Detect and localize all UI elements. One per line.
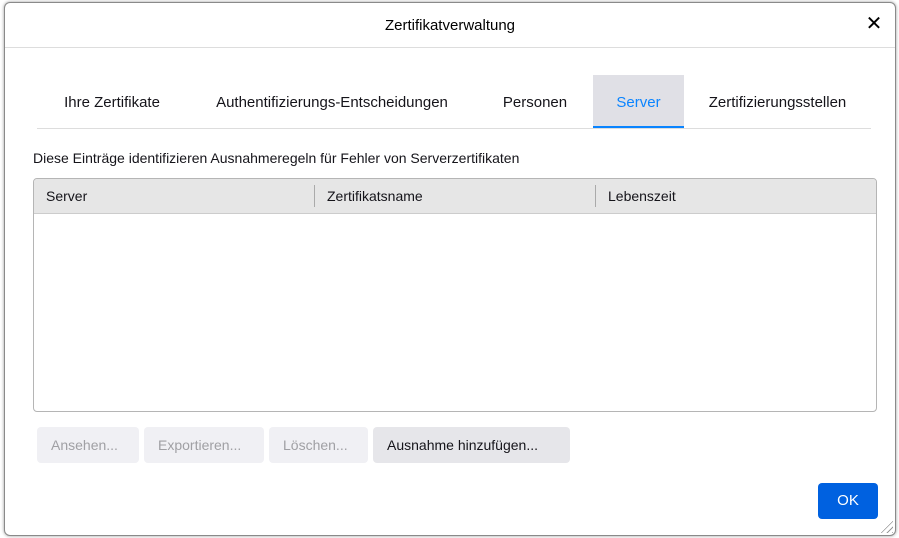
column-certificate-name[interactable]: Zertifikatsname (315, 185, 596, 207)
tab-bar: Ihre Zertifikate Authentifizierungs-Ents… (37, 75, 871, 129)
resize-grip-icon[interactable] (879, 519, 893, 533)
tab-authorities[interactable]: Zertifizierungsstellen (684, 75, 871, 128)
description: Diese Einträge identifizieren Ausnahmere… (33, 150, 520, 166)
server-table[interactable]: Server Zertifikatsname Lebenszeit (33, 178, 877, 412)
tab-your-certificates[interactable]: Ihre Zertifikate (37, 75, 187, 128)
add-exception-button[interactable]: Ausnahme hinzufügen... (373, 427, 570, 463)
dialog-title: Zertifikatverwaltung (384, 17, 516, 34)
export-button[interactable]: Exportieren... (144, 427, 264, 463)
table-header: Server Zertifikatsname Lebenszeit (34, 179, 876, 214)
tab-authentication-decisions[interactable]: Authentifizierungs-Entscheidungen (187, 75, 477, 128)
tab-people[interactable]: Personen (477, 75, 593, 128)
close-icon[interactable]: ✕ (863, 13, 885, 35)
tab-servers[interactable]: Server (593, 75, 684, 128)
column-server[interactable]: Server (34, 185, 315, 207)
action-buttons: Ansehen... Exportieren... Löschen... Aus… (37, 427, 570, 463)
column-lifetime[interactable]: Lebenszeit (596, 185, 876, 207)
certificate-manager-dialog: Zertifikatverwaltung ✕ Ihre Zertifikate … (4, 2, 896, 536)
title-bar: Zertifikatverwaltung ✕ (5, 3, 895, 48)
delete-button[interactable]: Löschen... (269, 427, 368, 463)
ok-button[interactable]: OK (818, 483, 878, 519)
view-button[interactable]: Ansehen... (37, 427, 139, 463)
